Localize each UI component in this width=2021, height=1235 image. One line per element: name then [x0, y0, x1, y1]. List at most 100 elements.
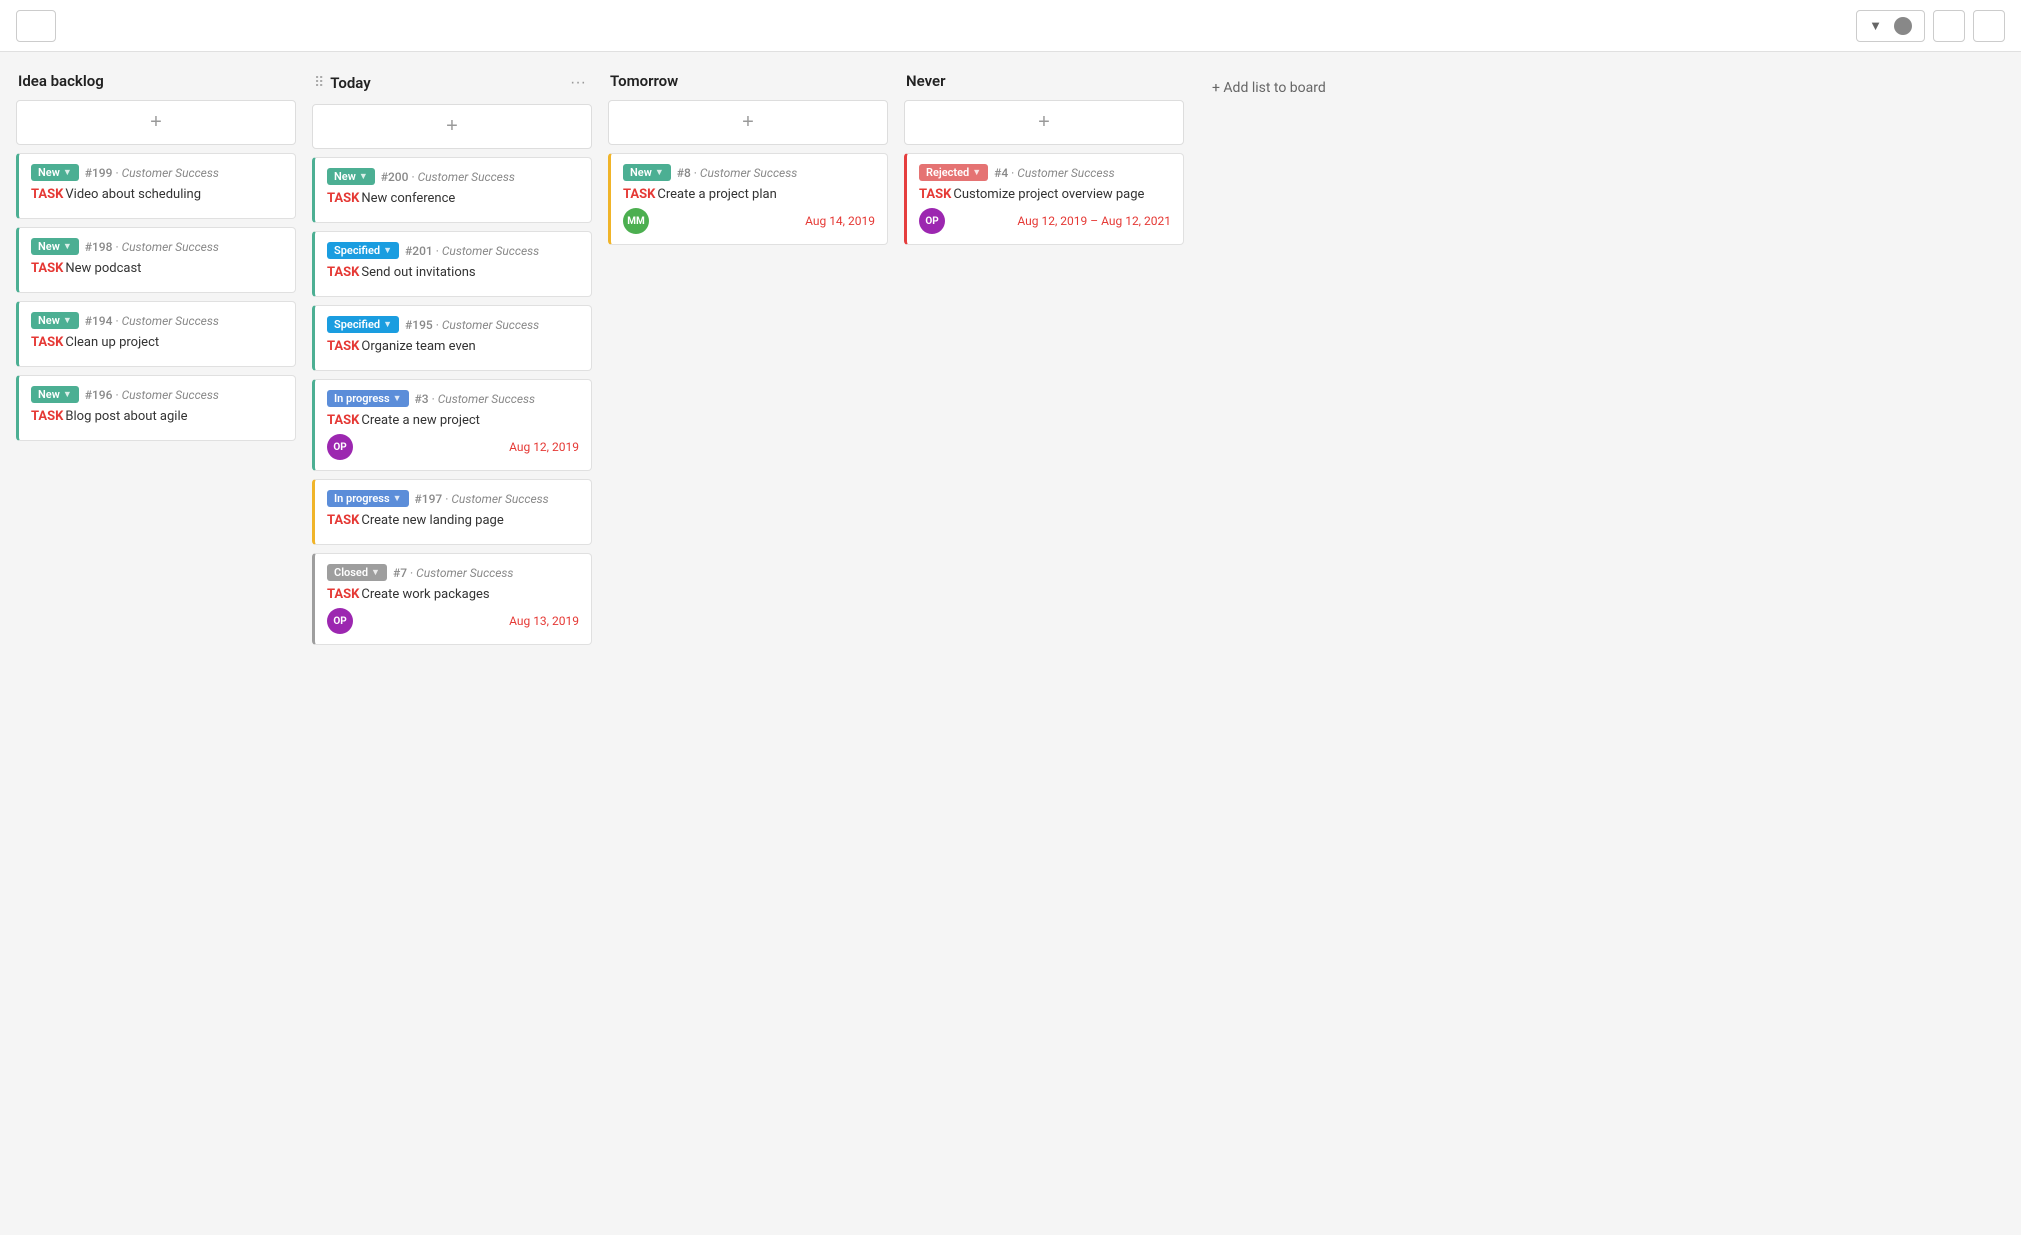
card[interactable]: New ▼#199 · Customer SuccessTASKVideo ab… [16, 153, 296, 219]
card-meta: #198 · Customer Success [85, 240, 219, 254]
card-id: #199 [85, 166, 113, 180]
back-button[interactable] [16, 10, 56, 42]
card[interactable]: Rejected ▼ #4 · Customer Success TASKCusto… [904, 153, 1184, 245]
card-top: New ▼ #8 · Customer Success [623, 164, 875, 181]
status-badge[interactable]: Closed ▼ [327, 564, 387, 581]
task-type-label: TASK [327, 339, 359, 354]
card-project: Customer Success [700, 166, 797, 180]
card-project: Customer Success [416, 566, 513, 580]
card-separator: · [411, 170, 414, 184]
status-badge[interactable]: Specified ▼ [327, 316, 399, 333]
card-title: TASKCreate work packages [327, 587, 579, 602]
card-top: New ▼#196 · Customer Success [31, 386, 283, 403]
card[interactable]: In progress ▼#197 · Customer SuccessTASK… [312, 479, 592, 545]
add-card-button-today[interactable]: + [312, 104, 592, 149]
card[interactable]: Closed ▼#7 · Customer Success TASKCreate … [312, 553, 592, 645]
card-id: #194 [85, 314, 113, 328]
column-header-today: ⠿Today··· [312, 72, 592, 94]
card-separator: · [694, 166, 697, 180]
column-header-tomorrow: Tomorrow [608, 72, 888, 90]
column-drag-handle[interactable]: ⠿ [314, 75, 324, 91]
add-card-button-never[interactable]: + [904, 100, 1184, 145]
avatar: MM [623, 208, 649, 234]
card-separator: · [445, 492, 448, 506]
card-title: TASKCustomize project overview page [919, 187, 1171, 202]
card-top: In progress ▼#3 · Customer Success [327, 390, 579, 407]
column-more-button-today[interactable]: ··· [566, 72, 590, 94]
header: ▼ [0, 0, 2021, 52]
status-badge[interactable]: New ▼ [31, 386, 79, 403]
badge-arrow-icon: ▼ [371, 567, 380, 578]
expand-button[interactable] [1933, 10, 1965, 42]
card-id: #196 [85, 388, 113, 402]
card-title-text: Blog post about agile [65, 409, 187, 424]
status-badge[interactable]: New ▼ [327, 168, 375, 185]
card-title-text: Create new landing page [361, 513, 503, 528]
card-top: New ▼#200 · Customer Success [327, 168, 579, 185]
badge-arrow-icon: ▼ [63, 315, 72, 326]
status-badge[interactable]: New ▼ [31, 312, 79, 329]
card-project: Customer Success [122, 166, 219, 180]
card[interactable]: New ▼#196 · Customer SuccessTASKBlog pos… [16, 375, 296, 441]
card-footer: OP Aug 12, 2019 [327, 434, 579, 460]
card-date: Aug 12, 2019 [509, 440, 579, 454]
status-badge[interactable]: New ▼ [31, 164, 79, 181]
column-title-tomorrow: Tomorrow [610, 72, 886, 90]
card-project: Customer Success [418, 170, 515, 184]
avatar: OP [327, 434, 353, 460]
card-top: New ▼#199 · Customer Success [31, 164, 283, 181]
add-card-button-idea-backlog[interactable]: + [16, 100, 296, 145]
card-title-text: Customize project overview page [953, 187, 1144, 202]
card-project: Customer Success [438, 392, 535, 406]
badge-arrow-icon: ▼ [63, 241, 72, 252]
badge-arrow-icon: ▼ [972, 167, 981, 178]
card-footer: OPAug 12, 2019 – Aug 12, 2021 [919, 208, 1171, 234]
badge-arrow-icon: ▼ [393, 393, 402, 404]
header-actions: ▼ [1856, 10, 2005, 42]
card-meta: #4 · Customer Success [994, 166, 1114, 180]
status-badge[interactable]: New ▼ [31, 238, 79, 255]
card[interactable]: Specified ▼#201 · Customer SuccessTASKSe… [312, 231, 592, 297]
card-title-text: New podcast [65, 261, 141, 276]
card-id: #3 [415, 392, 429, 406]
badge-arrow-icon: ▼ [63, 167, 72, 178]
more-options-button[interactable] [1973, 10, 2005, 42]
card-title-text: Send out invitations [361, 265, 475, 280]
status-badge[interactable]: Specified ▼ [327, 242, 399, 259]
add-list-button[interactable]: + Add list to board [1200, 72, 1338, 104]
task-type-label: TASK [31, 409, 63, 424]
card-project: Customer Success [451, 492, 548, 506]
card[interactable]: In progress ▼#3 · Customer SuccessTASKCr… [312, 379, 592, 471]
status-badge[interactable]: In progress ▼ [327, 490, 409, 507]
card-id: #195 [405, 318, 433, 332]
card-separator: · [115, 314, 118, 328]
task-type-label: TASK [31, 261, 63, 276]
card-separator: · [436, 244, 439, 258]
card-title: TASKCreate a project plan [623, 187, 875, 202]
card-separator: · [115, 388, 118, 402]
status-badge[interactable]: New ▼ [623, 164, 671, 181]
card-title: TASKBlog post about agile [31, 409, 283, 424]
card[interactable]: New ▼ #8 · Customer Success TASKCreate a p… [608, 153, 888, 245]
card-date: Aug 13, 2019 [509, 614, 579, 628]
card[interactable]: Specified ▼#195 · Customer SuccessTASKOr… [312, 305, 592, 371]
filter-button[interactable]: ▼ [1856, 10, 1925, 42]
card-date: Aug 14, 2019 [805, 214, 875, 228]
card-top: Closed ▼#7 · Customer Success [327, 564, 579, 581]
card-title-text: Organize team even [361, 339, 475, 354]
card-title: TASKOrganize team even [327, 339, 579, 354]
add-card-button-tomorrow[interactable]: + [608, 100, 888, 145]
card-project: Customer Success [122, 314, 219, 328]
status-badge[interactable]: In progress ▼ [327, 390, 409, 407]
card[interactable]: New ▼ #198 · Customer Success TASKNew podc… [16, 227, 296, 293]
card[interactable]: New ▼#200 · Customer SuccessTASKNew conf… [312, 157, 592, 223]
card-title: TASKVideo about scheduling [31, 187, 283, 202]
card-footer: OPAug 13, 2019 [327, 608, 579, 634]
badge-arrow-icon: ▼ [63, 389, 72, 400]
card-project: Customer Success [1017, 166, 1114, 180]
card-project: Customer Success [122, 240, 219, 254]
card[interactable]: New ▼#194 · Customer SuccessTASKClean up… [16, 301, 296, 367]
status-badge[interactable]: Rejected ▼ [919, 164, 988, 181]
card-id: #8 [677, 166, 691, 180]
card-meta: #201 · Customer Success [405, 244, 539, 258]
